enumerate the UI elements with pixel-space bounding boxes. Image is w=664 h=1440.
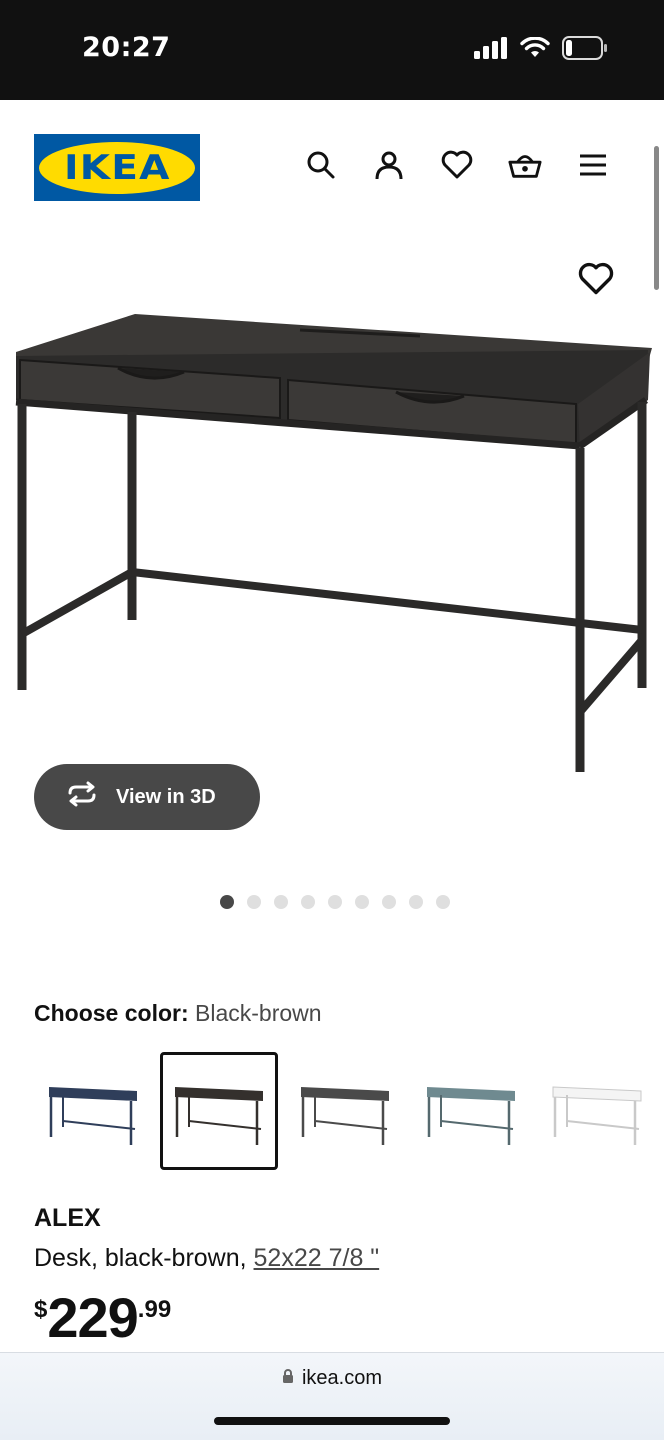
swatch-blue[interactable] — [34, 1052, 152, 1170]
status-time: 20:27 — [82, 32, 171, 63]
heart-icon[interactable] — [440, 148, 474, 182]
home-indicator[interactable] — [214, 1417, 450, 1425]
price-integer: 229 — [47, 1286, 138, 1349]
color-chooser-label: Choose color: Black-brown — [34, 1000, 322, 1027]
price-decimal: .99 — [137, 1296, 172, 1323]
carousel-dot[interactable] — [408, 895, 423, 909]
status-bar: 20:27 — [0, 0, 664, 100]
product-description: Desk, black-brown, 52x22 7/8 " — [34, 1244, 379, 1273]
choose-color-label: Choose color: — [34, 1000, 189, 1026]
site-header: IKEA — [0, 100, 664, 230]
signal-icon — [474, 37, 508, 64]
view-in-3d-button[interactable]: View in 3D — [34, 764, 260, 830]
search-icon[interactable] — [304, 148, 338, 182]
carousel-dot[interactable] — [327, 895, 342, 909]
product-description-text: Desk, black-brown, — [34, 1244, 247, 1272]
product-image[interactable] — [0, 300, 664, 780]
swatch-black-brown[interactable] — [160, 1052, 278, 1170]
logo-oval: IKEA — [39, 141, 195, 194]
carousel-dot[interactable] — [219, 895, 234, 909]
product-name: ALEX — [34, 1204, 101, 1232]
swatch-white[interactable] — [538, 1052, 656, 1170]
url-field[interactable]: ikea.com — [0, 1367, 664, 1390]
battery-icon — [562, 36, 608, 65]
carousel-dots — [0, 895, 664, 909]
carousel-dot[interactable] — [381, 895, 396, 909]
product-price: $ 229 .99 — [34, 1290, 171, 1346]
ikea-logo[interactable]: IKEA — [34, 134, 200, 201]
basket-icon[interactable] — [508, 148, 542, 182]
selected-color: Black-brown — [195, 1000, 322, 1026]
carousel-dot[interactable] — [300, 895, 315, 909]
carousel-dot[interactable] — [435, 895, 450, 909]
lock-icon — [282, 1367, 294, 1390]
carousel-dot[interactable] — [246, 895, 261, 909]
save-favourite-icon[interactable] — [578, 262, 614, 296]
wifi-icon — [520, 36, 550, 64]
swatch-gray[interactable] — [286, 1052, 404, 1170]
url-text: ikea.com — [301, 1367, 383, 1389]
price-currency: $ — [34, 1296, 48, 1323]
browser-address-bar: ikea.com — [0, 1352, 664, 1440]
carousel-dot[interactable] — [354, 895, 369, 909]
rotate-3d-icon — [64, 781, 100, 813]
carousel-dot[interactable] — [273, 895, 288, 909]
status-icons — [474, 36, 608, 65]
account-icon[interactable] — [372, 148, 406, 182]
logo-text: IKEA — [63, 147, 171, 188]
product-size-link[interactable]: 52x22 7/8 " — [254, 1244, 380, 1272]
header-nav — [304, 148, 610, 182]
color-swatches — [34, 1052, 656, 1170]
scrollbar[interactable] — [654, 146, 659, 290]
menu-icon[interactable] — [576, 148, 610, 182]
view-in-3d-label: View in 3D — [116, 785, 216, 808]
swatch-gray-turquoise[interactable] — [412, 1052, 530, 1170]
